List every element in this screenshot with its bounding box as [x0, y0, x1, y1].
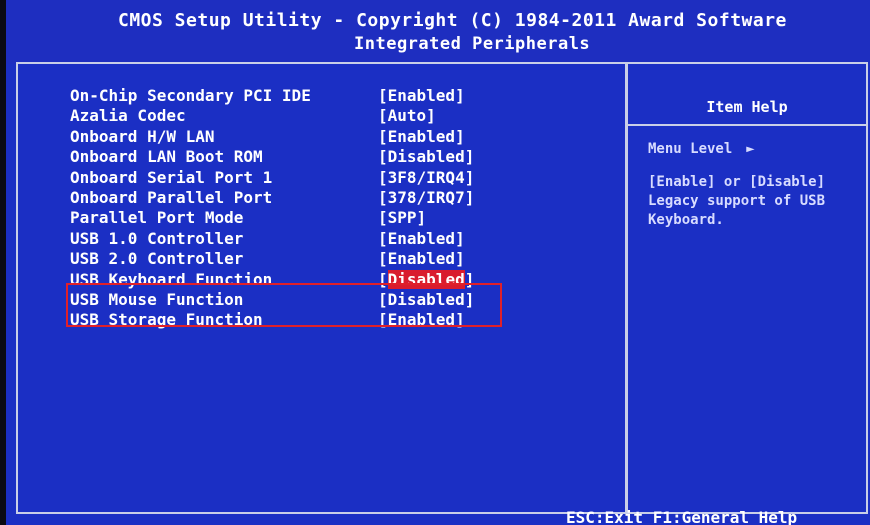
panel-divider [625, 62, 628, 514]
menu-level-label: Menu Level [648, 141, 733, 157]
item-help-title: Item Help [706, 98, 788, 116]
setting-row-lan-boot-rom[interactable]: Onboard LAN Boot ROM [Disabled] [70, 147, 590, 167]
setting-row-parallel-port[interactable]: Onboard Parallel Port [378/IRQ7] [70, 188, 590, 208]
help-title-separator [628, 124, 866, 126]
title-bar: CMOS Setup Utility - Copyright (C) 1984-… [6, 0, 870, 64]
app-title: CMOS Setup Utility - Copyright (C) 1984-… [118, 10, 787, 31]
setting-label: Onboard Serial Port 1 [70, 167, 273, 187]
setting-value[interactable]: [3F8/IRQ4] [378, 168, 474, 187]
setting-value[interactable]: [Disabled] [378, 147, 474, 166]
page-title: Integrated Peripherals [354, 34, 591, 54]
setting-value[interactable]: [Enabled] [378, 249, 465, 268]
setting-label: Parallel Port Mode [70, 208, 244, 228]
setting-row-onboard-lan[interactable]: Onboard H/W LAN [Enabled] [70, 127, 590, 147]
footer-hint: ESC:Exit F1:General Help [566, 508, 798, 525]
bios-screen: CMOS Setup Utility - Copyright (C) 1984-… [6, 0, 870, 525]
setting-label: USB 2.0 Controller [70, 249, 244, 269]
setting-value[interactable]: [SPP] [378, 208, 426, 227]
setting-value[interactable]: [Enabled] [378, 127, 465, 146]
setting-value[interactable]: [Enabled] [378, 86, 465, 105]
item-help-panel: Menu Level ► [Enable] or [Disable] Legacy… [648, 140, 863, 230]
annotation-highlight-box [66, 283, 502, 327]
setting-row-parallel-port-mode[interactable]: Parallel Port Mode [SPP] [70, 208, 590, 228]
setting-value[interactable]: [Enabled] [378, 229, 465, 248]
setting-row-azalia-codec[interactable]: Azalia Codec [Auto] [70, 106, 590, 126]
setting-row-usb2-controller[interactable]: USB 2.0 Controller [Enabled] [70, 249, 590, 269]
setting-label: Onboard H/W LAN [70, 126, 215, 146]
help-description: [Enable] or [Disable] Legacy support of … [648, 174, 826, 228]
arrow-right-icon: ► [746, 141, 755, 157]
setting-label: On-Chip Secondary PCI IDE [70, 86, 311, 105]
setting-label: USB 1.0 Controller [70, 228, 244, 248]
setting-label: Onboard LAN Boot ROM [70, 147, 263, 167]
setting-value[interactable]: [Auto] [378, 106, 436, 125]
setting-label: Onboard Parallel Port [70, 187, 273, 207]
setting-row-usb1-controller[interactable]: USB 1.0 Controller [Enabled] [70, 229, 590, 249]
setting-value[interactable]: [378/IRQ7] [378, 188, 474, 207]
menu-level: Menu Level ► [648, 140, 863, 159]
setting-row-onchip-ide[interactable]: On-Chip Secondary PCI IDE [Enabled] [70, 86, 590, 106]
setting-label: Azalia Codec [70, 106, 186, 126]
setting-row-serial-port[interactable]: Onboard Serial Port 1 [3F8/IRQ4] [70, 168, 590, 188]
